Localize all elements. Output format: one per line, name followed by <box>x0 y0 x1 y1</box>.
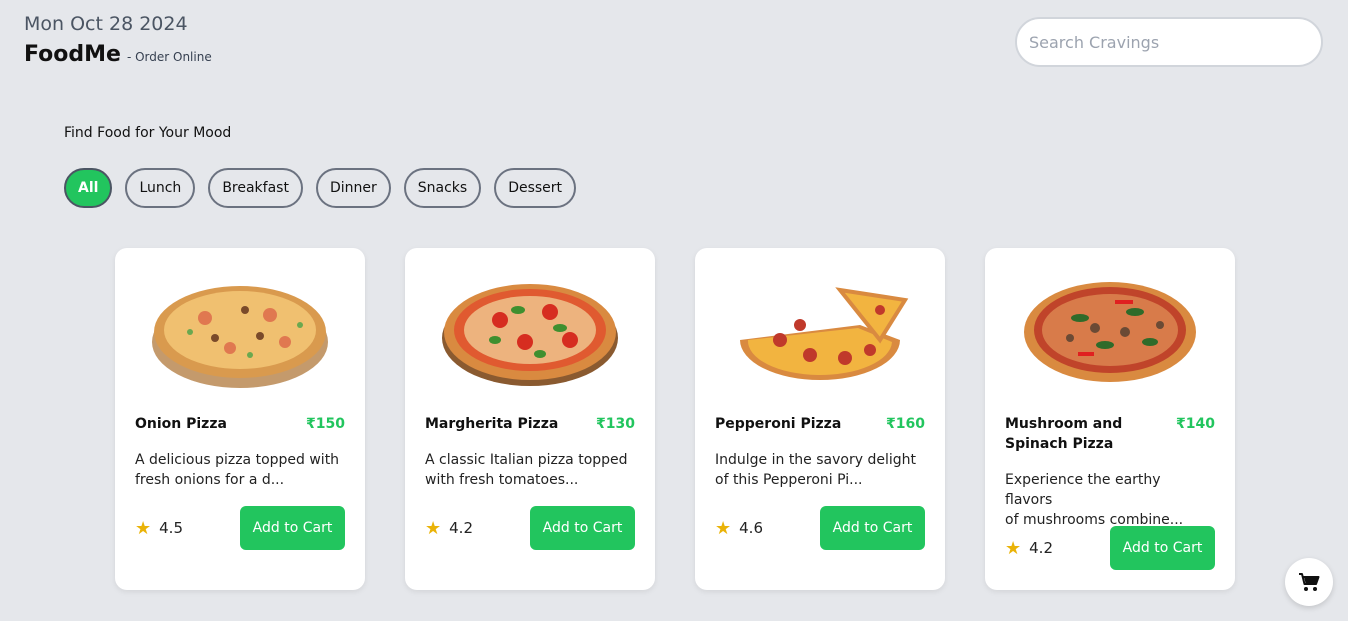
rating-value: 4.6 <box>739 519 763 537</box>
filter-chips: All Lunch Breakfast Dinner Snacks Desser… <box>64 168 577 208</box>
rating: ★ 4.5 <box>135 518 183 539</box>
product-name: Mushroom and Spinach Pizza <box>1005 416 1123 452</box>
pizza-image <box>152 286 328 388</box>
product-name-row: Mushroom and Spinach Pizza ₹140 <box>1005 414 1215 454</box>
product-name-row: Margherita Pizza ₹130 <box>425 414 635 434</box>
star-icon: ★ <box>135 517 152 539</box>
description-line: Indulge in the savory delight <box>715 452 916 468</box>
rating-value: 4.2 <box>449 519 473 537</box>
search-input[interactable] <box>1015 17 1323 67</box>
product-name-row: Onion Pizza ₹150 <box>135 414 345 434</box>
product-footer: ★ 4.2 Add to Cart <box>425 506 635 550</box>
product-card: Margherita Pizza ₹130 A classic Italian … <box>405 248 655 590</box>
description-line: fresh onions for a d... <box>135 472 285 488</box>
add-to-cart-button[interactable]: Add to Cart <box>820 506 925 550</box>
product-card: Onion Pizza ₹150 A delicious pizza toppe… <box>115 248 365 590</box>
product-price: ₹160 <box>886 416 925 432</box>
cart-button[interactable] <box>1285 558 1333 606</box>
product-description: A classic Italian pizza topped with fres… <box>425 450 631 490</box>
rating-value: 4.2 <box>1029 539 1053 557</box>
product-footer: ★ 4.5 Add to Cart <box>135 506 345 550</box>
product-description: Experience the earthy flavors of mushroo… <box>1005 470 1211 530</box>
product-footer: ★ 4.2 Add to Cart <box>1005 526 1215 570</box>
product-grid: Onion Pizza ₹150 A delicious pizza toppe… <box>115 248 1235 590</box>
product-description: Indulge in the savory delight of this Pe… <box>715 450 921 490</box>
add-to-cart-button[interactable]: Add to Cart <box>530 506 635 550</box>
product-card: Mushroom and Spinach Pizza ₹140 Experien… <box>985 248 1235 590</box>
star-icon: ★ <box>715 517 732 539</box>
description-line: A delicious pizza topped with <box>135 452 340 468</box>
rating: ★ 4.2 <box>1005 538 1053 559</box>
chip-dinner[interactable]: Dinner <box>315 168 391 208</box>
star-icon: ★ <box>425 517 442 539</box>
date-label: Mon Oct 28 2024 <box>24 13 188 35</box>
star-icon: ★ <box>1005 537 1022 559</box>
product-footer: ★ 4.6 Add to Cart <box>715 506 925 550</box>
product-name: Pepperoni Pizza <box>715 416 842 432</box>
product-name: Onion Pizza <box>135 416 227 432</box>
chip-dessert[interactable]: Dessert <box>494 168 577 208</box>
description-line: of this Pepperoni Pi... <box>715 472 863 488</box>
product-name: Margherita Pizza <box>425 416 559 432</box>
product-description: A delicious pizza topped with fresh onio… <box>135 450 341 490</box>
product-price: ₹130 <box>596 416 635 432</box>
brand: FoodMe - Order Online <box>24 42 212 67</box>
cart-icon <box>1299 573 1320 591</box>
rating: ★ 4.6 <box>715 518 763 539</box>
filter-title: Find Food for Your Mood <box>64 125 232 141</box>
rating: ★ 4.2 <box>425 518 473 539</box>
chip-snacks[interactable]: Snacks <box>403 168 482 208</box>
chip-lunch[interactable]: Lunch <box>125 168 196 208</box>
product-price: ₹150 <box>306 416 345 432</box>
product-name-row: Pepperoni Pizza ₹160 <box>715 414 925 434</box>
add-to-cart-button[interactable]: Add to Cart <box>240 506 345 550</box>
pizza-image <box>740 287 909 380</box>
rating-value: 4.5 <box>159 519 183 537</box>
description-line: A classic Italian pizza topped <box>425 452 628 468</box>
description-line: Experience the earthy flavors <box>1005 472 1161 508</box>
pizza-image <box>1024 282 1196 382</box>
pizza-image <box>442 284 618 386</box>
description-line: with fresh tomatoes... <box>425 472 579 488</box>
add-to-cart-button[interactable]: Add to Cart <box>1110 526 1215 570</box>
chip-all[interactable]: All <box>64 168 113 208</box>
brand-title: FoodMe <box>24 42 121 67</box>
chip-breakfast[interactable]: Breakfast <box>208 168 303 208</box>
product-price: ₹140 <box>1176 416 1215 432</box>
brand-tagline: - Order Online <box>126 50 212 64</box>
product-card: Pepperoni Pizza ₹160 Indulge in the savo… <box>695 248 945 590</box>
